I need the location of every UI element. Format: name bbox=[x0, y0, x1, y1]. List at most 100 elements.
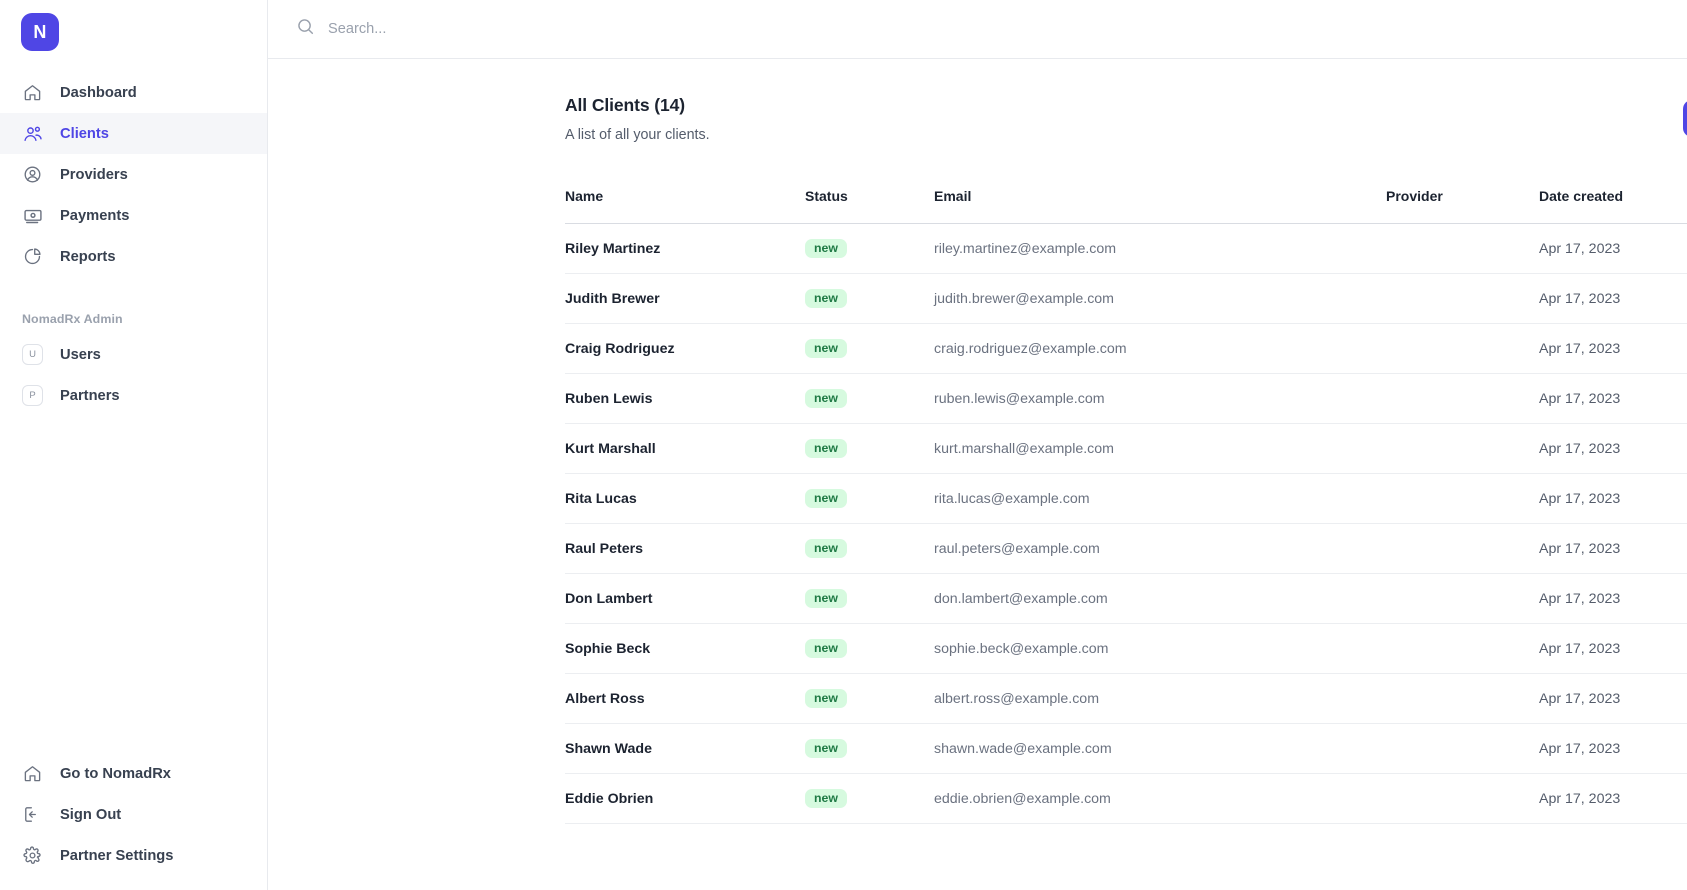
column-header-status[interactable]: Status bbox=[805, 188, 934, 224]
sidebar-item-partner-settings[interactable]: Partner Settings bbox=[0, 835, 267, 876]
sidebar-item-label: Go to NomadRx bbox=[60, 766, 171, 782]
sidebar-item-reports[interactable]: Reports bbox=[0, 236, 267, 277]
table-row[interactable]: Raul Petersnew raul.peters@example.com Apr… bbox=[565, 524, 1687, 574]
cell-status: new bbox=[805, 324, 934, 374]
cell-provider bbox=[1386, 574, 1539, 624]
cell-date: Apr 17, 2023 bbox=[1539, 374, 1687, 424]
sidebar-item-users[interactable]: U Users bbox=[0, 334, 267, 375]
cell-provider bbox=[1386, 724, 1539, 774]
search-input[interactable] bbox=[328, 21, 748, 37]
table-row[interactable]: Craig Rodrigueznewcraig.rodriguez@exampl… bbox=[565, 324, 1687, 374]
table-row[interactable]: Albert Rossnewalbert.ross@example.comApr… bbox=[565, 674, 1687, 724]
cell-email: judith.brewer@example.com bbox=[934, 274, 1386, 324]
content-inner: All Clients (14) A list of all your clie… bbox=[268, 95, 1687, 824]
table-row[interactable]: Rita Lucasnewrita.lucas@example.comApr 1… bbox=[565, 474, 1687, 524]
main-area: Admin All Clients (14) A list of all you… bbox=[268, 0, 1687, 890]
sidebar-item-go-to-nomadrx[interactable]: Go to NomadRx bbox=[0, 753, 267, 794]
cell-status: new bbox=[805, 524, 934, 574]
column-header-name[interactable]: Name bbox=[565, 188, 805, 224]
cell-provider bbox=[1386, 374, 1539, 424]
cell-name: Sophie Beck bbox=[565, 624, 805, 674]
cell-email: craig.rodriguez@example.com bbox=[934, 324, 1386, 374]
page-subtitle: A list of all your clients. bbox=[565, 127, 710, 143]
cell-name: Kurt Marshall bbox=[565, 424, 805, 474]
status-badge: new bbox=[805, 539, 847, 558]
sidebar-item-payments[interactable]: Payments bbox=[0, 195, 267, 236]
cell-status: new bbox=[805, 624, 934, 674]
sidebar-item-providers[interactable]: Providers bbox=[0, 154, 267, 195]
sidebar-item-partners[interactable]: P Partners bbox=[0, 375, 267, 416]
cell-status: new bbox=[805, 724, 934, 774]
sidebar-item-label: Partners bbox=[60, 388, 120, 404]
content: All Clients (14) A list of all your clie… bbox=[268, 59, 1687, 890]
cell-email: eddie.obrien@example.com bbox=[934, 774, 1386, 824]
cell-email: sophie.beck@example.com bbox=[934, 624, 1386, 674]
cell-name: Raul Peters bbox=[565, 524, 805, 574]
cell-date: Apr 17, 2023 bbox=[1539, 774, 1687, 824]
sidebar-item-label: Clients bbox=[60, 126, 109, 142]
status-badge: new bbox=[805, 389, 847, 408]
app-logo[interactable]: N bbox=[21, 13, 59, 51]
sidebar-item-label: Dashboard bbox=[60, 85, 137, 101]
table-row[interactable]: Riley Martineznewriley.martinez@example.… bbox=[565, 224, 1687, 274]
status-badge: new bbox=[805, 789, 847, 808]
table-row[interactable]: Don Lambertnewdon.lambert@example.comApr… bbox=[565, 574, 1687, 624]
cell-name: Don Lambert bbox=[565, 574, 805, 624]
add-client-button[interactable]: Add client + bbox=[1683, 100, 1687, 137]
cell-date: Apr 17, 2023 bbox=[1539, 424, 1687, 474]
table-row[interactable]: Kurt Marshallnewkurt.marshall@example.co… bbox=[565, 424, 1687, 474]
partners-badge-icon: P bbox=[22, 385, 43, 406]
cell-email: shawn.wade@example.com bbox=[934, 724, 1386, 774]
cell-email: kurt.marshall@example.com bbox=[934, 424, 1386, 474]
users-icon bbox=[22, 123, 43, 144]
cell-name: Shawn Wade bbox=[565, 724, 805, 774]
cell-date: Apr 17, 2023 bbox=[1539, 224, 1687, 274]
users-badge-icon: U bbox=[22, 344, 43, 365]
sign-out-icon bbox=[22, 804, 43, 825]
column-header-provider[interactable]: Provider bbox=[1386, 188, 1539, 224]
cell-status: new bbox=[805, 474, 934, 524]
cell-date: Apr 17, 2023 bbox=[1539, 324, 1687, 374]
cell-name: Riley Martinez bbox=[565, 224, 805, 274]
cell-provider bbox=[1386, 324, 1539, 374]
cell-provider bbox=[1386, 674, 1539, 724]
page-header-text: All Clients (14) A list of all your clie… bbox=[565, 95, 710, 143]
cell-provider bbox=[1386, 424, 1539, 474]
cell-email: raul.peters@example.com bbox=[934, 524, 1386, 574]
status-badge: new bbox=[805, 639, 847, 658]
table-row[interactable]: Sophie Becknew sophie.beck@example.com Apr… bbox=[565, 624, 1687, 674]
sidebar-item-dashboard[interactable]: Dashboard bbox=[0, 72, 267, 113]
column-header-email[interactable]: Email bbox=[934, 188, 1386, 224]
status-badge: new bbox=[805, 489, 847, 508]
search-icon bbox=[296, 17, 315, 41]
sidebar-admin-nav: U Users P Partners bbox=[0, 334, 267, 416]
table-row[interactable]: Judith Brewernewjudith.brewer@example.co… bbox=[565, 274, 1687, 324]
cell-date: Apr 17, 2023 bbox=[1539, 724, 1687, 774]
cell-date: Apr 17, 2023 bbox=[1539, 674, 1687, 724]
cell-status: new bbox=[805, 774, 934, 824]
cell-date: Apr 17, 2023 bbox=[1539, 524, 1687, 574]
page-header: All Clients (14) A list of all your clie… bbox=[565, 95, 1687, 143]
sidebar: N Dashboard Clients Providers bbox=[0, 0, 268, 890]
status-badge: new bbox=[805, 339, 847, 358]
search-box[interactable] bbox=[296, 17, 1687, 41]
sidebar-item-label: Providers bbox=[60, 167, 128, 183]
sidebar-item-sign-out[interactable]: Sign Out bbox=[0, 794, 267, 835]
cell-status: new bbox=[805, 374, 934, 424]
page-title: All Clients (14) bbox=[565, 95, 710, 116]
cell-date: Apr 17, 2023 bbox=[1539, 624, 1687, 674]
status-badge: new bbox=[805, 239, 847, 258]
sidebar-item-clients[interactable]: Clients bbox=[0, 113, 267, 154]
clients-table-body: Riley Martineznewriley.martinez@example.… bbox=[565, 224, 1687, 824]
home-icon bbox=[22, 82, 43, 103]
table-row[interactable]: Shawn Wadenewshawn.wade@example.com Apr 1… bbox=[565, 724, 1687, 774]
table-row[interactable]: Eddie Obrienneweddie.obrien@example.comA… bbox=[565, 774, 1687, 824]
table-row[interactable]: Ruben Lewisnewruben.lewis@example.comApr… bbox=[565, 374, 1687, 424]
clients-table-head: Name Status Email Provider Date created bbox=[565, 188, 1687, 224]
topbar: Admin bbox=[268, 0, 1687, 59]
cell-name: Rita Lucas bbox=[565, 474, 805, 524]
column-header-date[interactable]: Date created bbox=[1539, 188, 1687, 224]
table-header-row: Name Status Email Provider Date created bbox=[565, 188, 1687, 224]
clients-table: Name Status Email Provider Date created … bbox=[565, 188, 1687, 824]
cell-provider bbox=[1386, 774, 1539, 824]
